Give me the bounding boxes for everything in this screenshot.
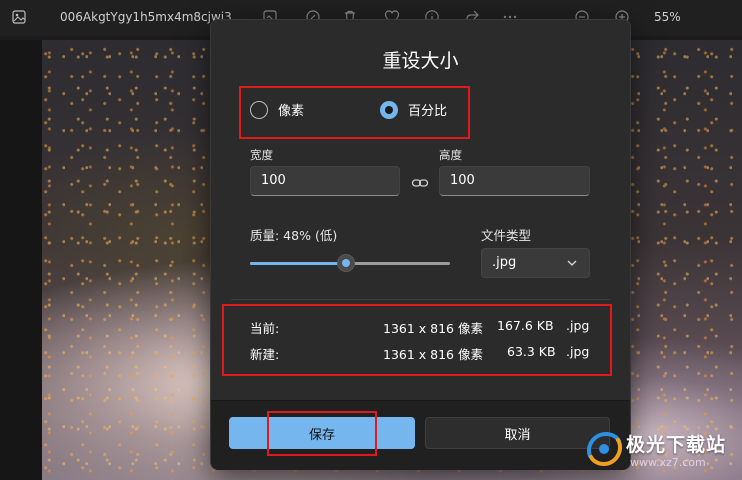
divider xyxy=(231,299,610,300)
resize-dialog: 重设大小 像素 百分比 宽度 100 高度 100 质量: 48% (低) 文件… xyxy=(210,19,631,470)
current-ext: .jpg xyxy=(566,318,590,333)
radio-percent-circle[interactable] xyxy=(380,100,398,119)
new-dims: 1361 x 816 像素 xyxy=(383,347,483,362)
new-ext: .jpg xyxy=(566,344,590,359)
watermark-logo-icon xyxy=(587,431,623,467)
filetype-label: 文件类型 xyxy=(481,228,532,243)
height-label: 高度 xyxy=(439,148,462,162)
watermark-url: www.xz7.com xyxy=(630,456,706,469)
radio-pixels-label: 像素 xyxy=(278,104,305,119)
image-icon[interactable] xyxy=(12,10,26,24)
height-input[interactable]: 100 xyxy=(439,166,590,196)
file-name: 006AkgtYgy1h5mx4m8cjwj3 xyxy=(60,10,232,24)
new-label: 新建: xyxy=(250,347,280,362)
width-label: 宽度 xyxy=(250,148,273,162)
radio-pixels[interactable]: 像素 xyxy=(250,100,304,119)
current-size: 167.6 KB xyxy=(497,318,554,333)
quality-slider-fill xyxy=(250,262,346,265)
link-icon[interactable] xyxy=(411,174,429,192)
width-input[interactable]: 100 xyxy=(250,166,400,196)
radio-percent[interactable]: 百分比 xyxy=(380,100,447,119)
filetype-value: .jpg xyxy=(492,255,517,270)
current-label: 当前: xyxy=(250,321,280,336)
save-button[interactable]: 保存 xyxy=(229,417,415,449)
watermark-title: 极光下载站 xyxy=(626,434,727,456)
watermark: 极光下载站 www.xz7.com xyxy=(582,424,742,480)
quality-label: 质量: 48% (低) xyxy=(250,228,338,243)
filetype-select[interactable]: .jpg xyxy=(481,248,590,278)
new-info-row: 新建: 1361 x 816 像素 63.3 KB .jpg xyxy=(250,344,590,362)
radio-percent-label: 百分比 xyxy=(408,104,448,119)
current-dims: 1361 x 816 像素 xyxy=(383,321,483,336)
radio-pixels-circle[interactable] xyxy=(250,100,268,119)
zoom-level: 55% xyxy=(654,10,681,24)
current-info-row: 当前: 1361 x 816 像素 167.6 KB .jpg xyxy=(250,318,590,336)
quality-slider[interactable] xyxy=(250,254,450,272)
new-size: 63.3 KB xyxy=(507,344,556,359)
chevron-down-icon xyxy=(567,260,577,266)
dialog-title: 重设大小 xyxy=(382,50,459,72)
left-panel xyxy=(0,40,42,480)
quality-slider-thumb[interactable] xyxy=(337,254,355,272)
